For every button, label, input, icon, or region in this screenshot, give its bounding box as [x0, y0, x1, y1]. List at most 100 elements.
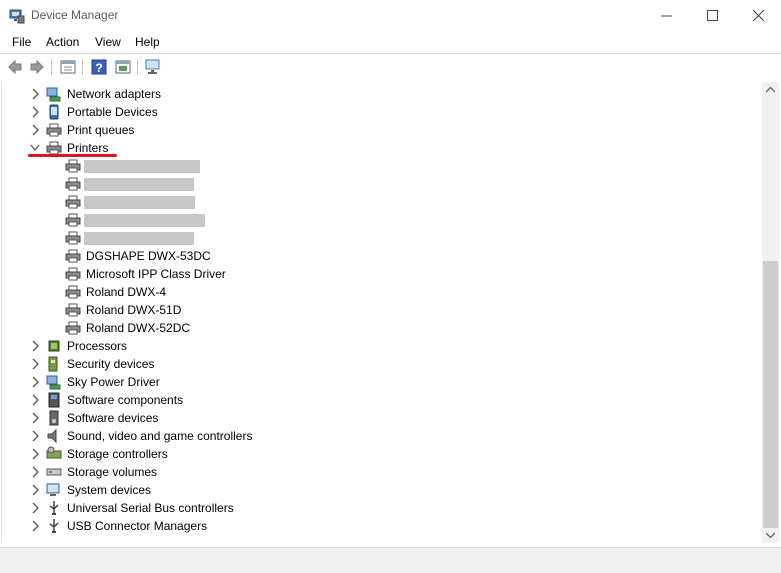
toolbar-separator [51, 59, 52, 75]
toolbar: ? [0, 54, 781, 80]
tree-category[interactable]: Sound, video and game controllers [2, 427, 762, 445]
update-driver-button[interactable] [113, 57, 133, 77]
close-icon [752, 10, 764, 21]
category-label: Security devices [67, 357, 155, 371]
printer-icon [46, 123, 62, 137]
update-driver-icon [115, 60, 131, 74]
printer-item[interactable] [2, 193, 762, 211]
status-bar [0, 547, 781, 573]
tree-category[interactable]: Sky Power Driver [2, 373, 762, 391]
tree-category[interactable]: Universal Serial Bus controllers [2, 499, 762, 517]
chevron-right-icon[interactable] [30, 394, 40, 406]
tree-category[interactable]: Security devices [2, 355, 762, 373]
chevron-right-icon[interactable] [30, 88, 40, 100]
toolbar-separator [82, 59, 83, 75]
category-label: Software devices [67, 411, 159, 425]
category-label: Storage volumes [67, 465, 158, 479]
printer-label: Microsoft IPP Class Driver [86, 267, 226, 281]
tree-category[interactable]: Printers [2, 139, 762, 157]
help-button[interactable]: ? [89, 57, 109, 77]
printer-label: Roland DWX-51D [86, 303, 182, 317]
menu-action[interactable]: Action [46, 35, 79, 49]
menu-bar: File Action View Help [0, 31, 781, 53]
help-icon: ? [91, 59, 107, 75]
printer-item[interactable]: Roland DWX-51D [2, 301, 762, 319]
security-device-icon [48, 356, 58, 372]
tree-category[interactable]: Print queues [2, 121, 762, 139]
chevron-right-icon[interactable] [30, 106, 40, 118]
tree-category[interactable]: Storage volumes [2, 463, 762, 481]
tree-category[interactable]: Network adapters [2, 85, 762, 103]
back-arrow-icon [8, 59, 22, 75]
chevron-right-icon[interactable] [30, 124, 40, 136]
redacted-label [84, 178, 194, 191]
menu-file[interactable]: File [12, 35, 31, 49]
printer-item[interactable] [2, 211, 762, 229]
close-button[interactable] [735, 0, 781, 31]
tree-category[interactable]: Processors [2, 337, 762, 355]
device-tree: Network adapters Portable Devices Print qu… [1, 82, 763, 543]
printer-item[interactable] [2, 229, 762, 247]
printer-item[interactable]: Microsoft IPP Class Driver [2, 265, 762, 283]
chevron-right-icon[interactable] [30, 430, 40, 442]
printer-icon [65, 321, 81, 335]
chevron-right-icon[interactable] [30, 448, 40, 460]
tree-category[interactable]: Storage controllers [2, 445, 762, 463]
maximize-button[interactable] [689, 0, 735, 31]
printer-icon [65, 177, 81, 191]
chevron-right-icon[interactable] [30, 466, 40, 478]
usb-icon [49, 519, 59, 533]
chevron-right-icon[interactable] [30, 502, 40, 514]
maximize-icon [706, 10, 718, 21]
category-label: System devices [67, 483, 152, 497]
software-device-icon [49, 410, 59, 426]
usb-icon [49, 501, 59, 515]
chevron-right-icon[interactable] [30, 358, 40, 370]
minimize-icon [660, 15, 672, 17]
printer-item[interactable]: Roland DWX-52DC [2, 319, 762, 337]
chevron-down-icon[interactable] [30, 142, 40, 154]
tree-category[interactable]: Portable Devices [2, 103, 762, 121]
scan-hardware-icon [145, 59, 160, 74]
scrollbar-thumb[interactable] [763, 261, 778, 528]
system-device-icon [46, 483, 60, 496]
vertical-scrollbar[interactable] [762, 82, 779, 543]
window-title: Device Manager [31, 8, 119, 22]
chevron-right-icon[interactable] [30, 484, 40, 496]
printer-item[interactable] [2, 175, 762, 193]
title-bar: Device Manager [0, 0, 781, 31]
svg-text:?: ? [95, 61, 102, 75]
chevron-right-icon[interactable] [30, 412, 40, 424]
forward-button[interactable] [27, 57, 47, 77]
printer-item[interactable] [2, 157, 762, 175]
tree-category[interactable]: Software devices [2, 409, 762, 427]
properties-icon [60, 60, 76, 74]
forward-arrow-icon [30, 59, 44, 75]
software-component-icon [48, 392, 60, 408]
processor-icon [48, 340, 60, 352]
chevron-right-icon[interactable] [30, 520, 40, 532]
scroll-up-icon[interactable] [766, 87, 775, 93]
menu-help[interactable]: Help [135, 35, 160, 49]
category-label: Processors [67, 339, 128, 353]
chevron-right-icon[interactable] [30, 340, 40, 352]
minimize-button[interactable] [643, 0, 689, 31]
network-adapter-icon [46, 375, 61, 390]
toolbar-separator [137, 59, 138, 75]
tree-category[interactable]: USB Connector Managers [2, 517, 762, 535]
chevron-right-icon[interactable] [30, 376, 40, 388]
scan-hardware-button[interactable] [144, 57, 164, 77]
category-label: USB Connector Managers [67, 519, 208, 533]
speaker-icon [47, 428, 57, 444]
printer-item[interactable]: DGSHAPE DWX-53DC [2, 247, 762, 265]
redacted-label [84, 232, 194, 245]
menu-view[interactable]: View [95, 35, 121, 49]
back-button[interactable] [5, 57, 25, 77]
scroll-down-icon[interactable] [766, 532, 775, 538]
printer-label: DGSHAPE DWX-53DC [86, 249, 211, 263]
printer-item[interactable]: Roland DWX-4 [2, 283, 762, 301]
properties-view-button[interactable] [58, 57, 78, 77]
tree-category[interactable]: Software components [2, 391, 762, 409]
category-label: Portable Devices [67, 105, 158, 119]
tree-category[interactable]: System devices [2, 481, 762, 499]
